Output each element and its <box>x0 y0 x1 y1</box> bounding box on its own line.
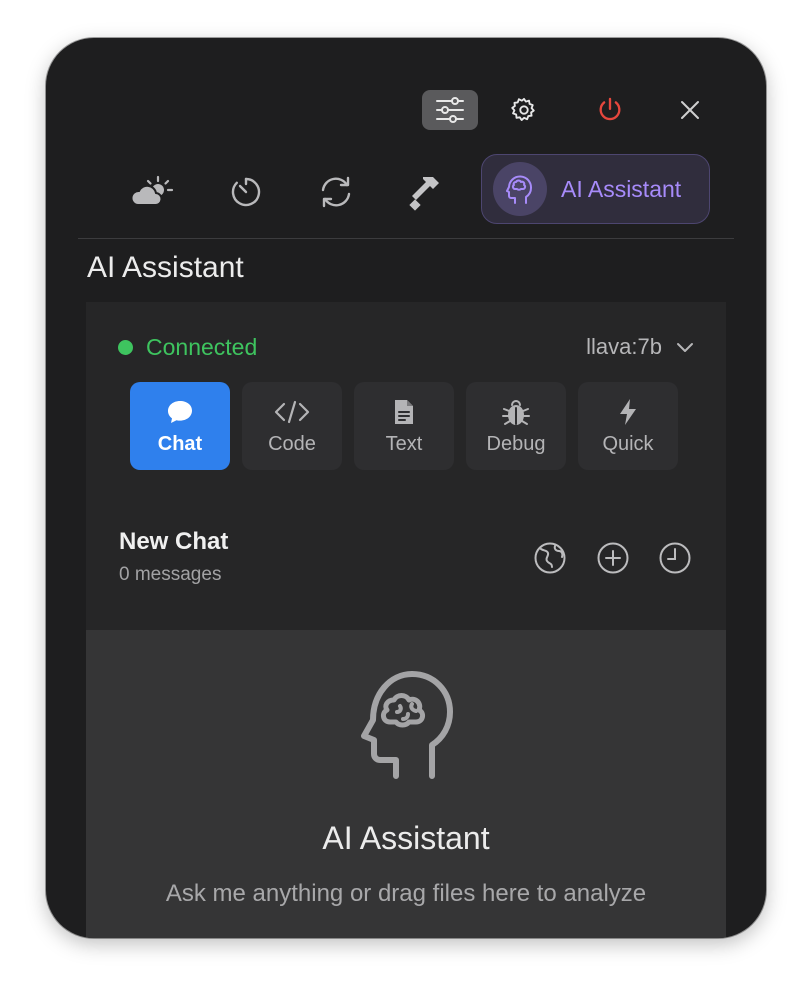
settings-button[interactable] <box>502 90 546 130</box>
mode-code-button[interactable]: Code <box>242 382 342 470</box>
globe-icon <box>534 542 566 574</box>
mode-debug-button[interactable]: Debug <box>466 382 566 470</box>
nav-ai-assistant[interactable]: AI Assistant <box>481 154 710 224</box>
nav-tools[interactable] <box>398 164 458 220</box>
mode-chat-button[interactable]: Chat <box>130 382 230 470</box>
chat-empty-state[interactable]: AI Assistant Ask me anything or drag fil… <box>86 630 726 938</box>
empty-state-title: AI Assistant <box>322 820 490 856</box>
chat-title: New Chat <box>119 528 229 555</box>
mode-text-label: Text <box>385 432 423 455</box>
chat-bubble-icon <box>166 397 194 427</box>
bug-icon <box>501 397 531 427</box>
nav-sync[interactable] <box>306 164 366 220</box>
close-button[interactable] <box>668 90 712 130</box>
timer-icon <box>231 177 261 207</box>
model-select[interactable]: llava:7b <box>586 334 694 360</box>
mode-quick-button[interactable]: Quick <box>578 382 678 470</box>
power-icon <box>599 97 621 121</box>
close-icon <box>681 101 699 119</box>
mode-code-label: Code <box>268 432 316 455</box>
status-label: Connected <box>146 334 258 360</box>
bolt-icon <box>618 397 638 427</box>
code-brackets-icon <box>274 397 310 427</box>
sync-icon <box>321 176 351 208</box>
mode-quick-label: Quick <box>602 432 654 455</box>
assistant-panel: Connected llava:7b Chat Code Text Debug … <box>86 302 726 632</box>
brain-badge <box>493 162 547 216</box>
connection-status: Connected <box>118 334 257 361</box>
clock-icon <box>659 542 691 574</box>
gear-icon <box>511 97 535 121</box>
nav-ai-assistant-label: AI Assistant <box>561 175 682 202</box>
nav-timer[interactable] <box>216 164 276 220</box>
empty-state-subtitle: Ask me anything or drag files here to an… <box>165 880 647 907</box>
mode-chat-label: Chat <box>157 432 203 455</box>
chat-message-count: 0 messages <box>119 564 222 585</box>
status-dot <box>118 340 133 355</box>
hammer-icon <box>409 177 439 211</box>
brain-head-icon <box>361 671 453 779</box>
web-search-button[interactable] <box>532 540 568 576</box>
sliders-icon <box>436 97 464 123</box>
mode-text-button[interactable]: Text <box>354 382 454 470</box>
brain-head-icon <box>506 175 533 204</box>
header-divider <box>78 238 734 239</box>
nav-weather[interactable] <box>122 164 182 220</box>
power-button[interactable] <box>588 90 632 130</box>
chat-history-button[interactable] <box>657 540 693 576</box>
document-icon <box>393 397 415 427</box>
app-window: AI Assistant AI Assistant Connected llav… <box>46 38 766 938</box>
filters-button[interactable] <box>422 90 478 130</box>
mode-debug-label: Debug <box>486 432 546 455</box>
new-chat-button[interactable] <box>595 540 631 576</box>
chevron-down-icon <box>676 341 694 353</box>
page-title: AI Assistant <box>87 251 244 284</box>
model-select-value: llava:7b <box>586 334 662 359</box>
cloud-sun-icon <box>130 175 174 206</box>
plus-circle-icon <box>597 542 629 574</box>
